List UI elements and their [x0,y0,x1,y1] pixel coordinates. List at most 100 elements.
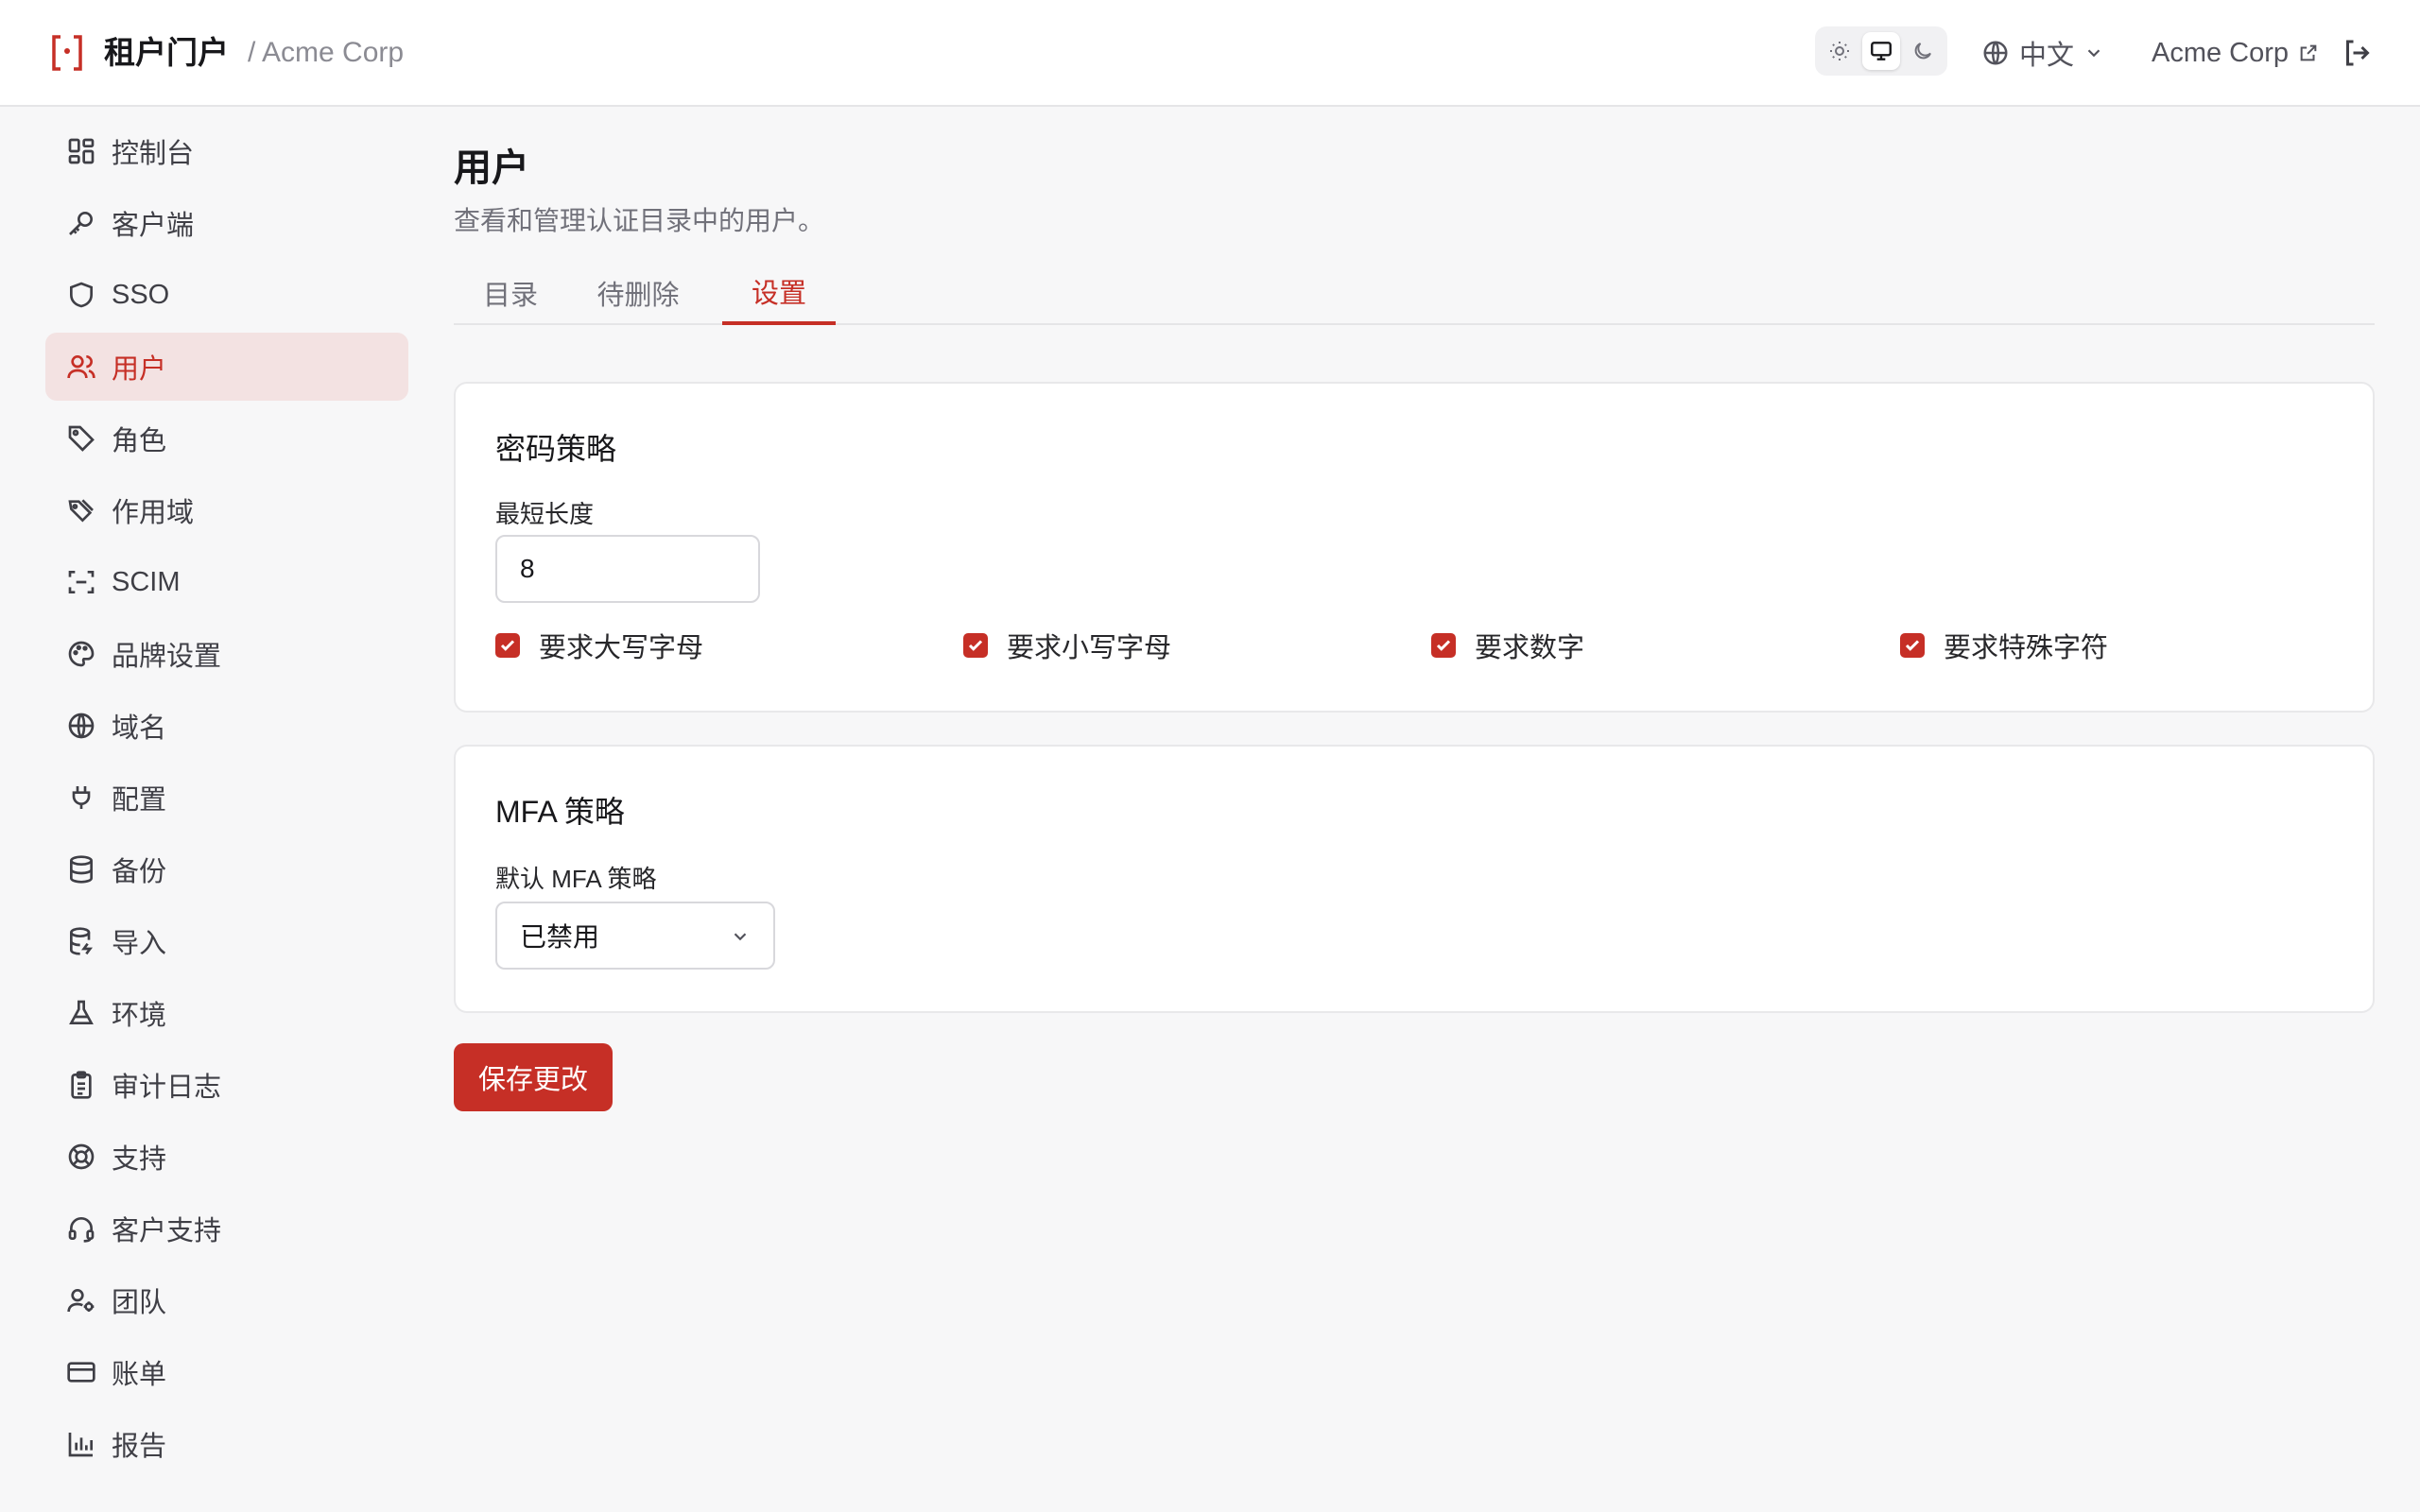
checkbox-checked-icon [1431,633,1456,658]
org-link-label: Acme Corp [2152,37,2290,68]
mfa-policy-card: MFA 策略 默认 MFA 策略 已禁用 [454,745,2375,1013]
user-cog-icon [67,1289,95,1313]
sidebar-item-reports[interactable]: 报告 [45,1410,408,1478]
chevron-down-icon [2087,49,2100,58]
bar-chart-icon [68,1433,93,1457]
plug-icon [72,786,91,809]
main-content: 用户 查看和管理认证目录中的用户。 目录 待删除 设置 密码策略 最短长度 8 … [454,142,2375,1111]
sidebar-item-domains[interactable]: 域名 [45,692,408,760]
sun-icon [1830,42,1849,60]
sidebar-item-audit-log[interactable]: 审计日志 [45,1051,408,1119]
sidebar-item-label: 作用域 [112,498,195,528]
brand-title[interactable]: 租户门户 [104,32,229,74]
checkbox-label: 要求小写字母 [1007,633,1172,663]
min-length-label: 最短长度 [495,500,595,528]
sidebar-item-roles[interactable]: 角色 [45,404,408,472]
checkbox-checked-icon [495,633,520,658]
sidebar-item-label: 导入 [112,929,167,959]
tab-pending-deletion[interactable]: 待删除 [567,261,709,325]
page-description: 查看和管理认证目录中的用户。 [454,206,825,235]
sidebar-item-branding[interactable]: 品牌设置 [45,620,408,688]
require-lowercase-checkbox[interactable]: 要求小写字母 [963,626,1171,665]
sidebar-item-label: 环境 [112,1001,167,1031]
language-selector[interactable]: 中文 [1981,32,2104,74]
checkbox-label: 要求大写字母 [539,633,704,663]
tags-icon [68,499,94,523]
flask-icon [69,1000,94,1024]
database-icon [70,855,93,884]
sidebar-item-clients[interactable]: 客户端 [45,189,408,257]
headset-icon [68,1217,95,1243]
moon-icon [1914,43,1931,60]
globe-icon [1983,41,2008,65]
sidebar-item-label: 控制台 [112,139,195,169]
theme-system-button[interactable] [1862,32,1900,70]
globe-icon [68,713,95,739]
sidebar-item-backup[interactable]: 备份 [45,835,408,903]
sidebar-item-import[interactable]: 导入 [45,907,408,975]
tab-settings[interactable]: 设置 [722,261,836,325]
sidebar-item-label: SSO [112,279,170,310]
require-digits-checkbox[interactable]: 要求数字 [1431,626,1584,665]
require-uppercase-checkbox[interactable]: 要求大写字母 [495,626,703,665]
dashboard-icon [68,138,95,164]
sidebar-item-users[interactable]: 用户 [45,333,408,401]
tab-directory[interactable]: 目录 [454,261,567,325]
lifebuoy-icon [68,1143,95,1170]
sidebar-item-label: 审计日志 [112,1073,222,1103]
require-special-checkbox[interactable]: 要求特殊字符 [1900,626,2108,665]
tab-bar: 目录 待删除 设置 [454,261,2375,325]
page-title: 用户 [454,147,529,189]
sidebar-item-scim[interactable]: SCIM [45,548,408,616]
sidebar-item-team[interactable]: 团队 [45,1266,408,1334]
theme-dark-button[interactable] [1904,32,1942,70]
sidebar-item-scopes[interactable]: 作用域 [45,476,408,544]
password-policy-title: 密码策略 [495,432,617,466]
sidebar-item-support[interactable]: 支持 [45,1123,408,1191]
sidebar-nav: 控制台 客户端 SSO 用户 角色 作用域 SCIM 品牌设置 域名 配置 备份 [45,117,408,1482]
save-changes-button[interactable]: 保存更改 [454,1043,613,1111]
password-policy-card: 密码策略 最短长度 8 要求大写字母 要求小写字母 要求数字 要求特殊字符 [454,382,2375,713]
theme-light-button[interactable] [1821,32,1858,70]
checkbox-label: 要求数字 [1475,633,1585,663]
sidebar-item-label: 客户支持 [112,1216,222,1246]
language-label: 中文 [2019,41,2075,71]
sidebar-item-label: 备份 [112,857,167,887]
org-link[interactable]: Acme Corp [2152,32,2319,74]
database-import-icon [70,927,93,955]
sidebar-item-environment[interactable]: 环境 [45,979,408,1047]
sidebar-item-label: 配置 [112,785,167,816]
sidebar-item-label: SCIM [112,566,181,597]
sidebar-item-config[interactable]: 配置 [45,764,408,832]
select-value: 已禁用 [520,922,600,952]
sidebar-item-customer-support[interactable]: 客户支持 [45,1194,408,1263]
users-icon [67,355,95,379]
sidebar-item-label: 角色 [112,426,167,456]
sidebar-item-billing[interactable]: 账单 [45,1338,408,1406]
palette-icon [68,641,95,667]
top-header: 租户门户 / Acme Corp 中文 Acme Corp [0,0,2420,107]
logout-icon[interactable] [2341,36,2375,70]
sidebar-item-label: 报告 [112,1432,167,1462]
default-mfa-select[interactable]: 已禁用 [495,902,775,970]
sidebar-item-label: 用户 [112,354,167,385]
sidebar-item-label: 品牌设置 [112,642,222,672]
default-mfa-label: 默认 MFA 策略 [495,865,657,893]
monitor-icon [1871,42,1892,60]
shield-icon [70,282,93,308]
sidebar-item-label: 客户端 [112,211,195,241]
credit-card-icon [67,1362,95,1383]
chevron-down-icon [734,933,747,941]
checkbox-checked-icon [1900,633,1925,658]
external-link-icon [2300,44,2317,61]
sidebar-item-sso[interactable]: SSO [45,261,408,329]
checkbox-checked-icon [963,633,988,658]
clipboard-icon [71,1071,92,1099]
sidebar-item-dashboard[interactable]: 控制台 [45,117,408,185]
sidebar-item-label: 支持 [112,1144,167,1175]
scan-icon [68,571,95,593]
tag-icon [68,425,95,452]
theme-switcher [1815,26,1947,76]
brand-logo-icon [52,35,82,71]
min-length-input[interactable]: 8 [495,535,760,603]
